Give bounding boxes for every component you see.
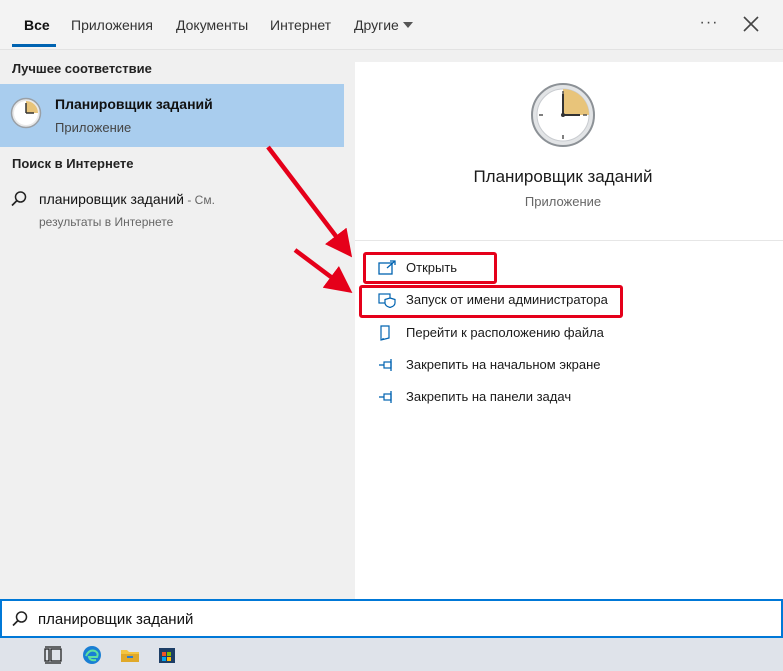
best-match-name: Планировщик заданий: [55, 96, 213, 112]
file-location-icon: [380, 325, 390, 341]
highlight-run-as-admin: [359, 285, 623, 318]
action-open-file-location[interactable]: Перейти к расположению файла: [378, 324, 638, 346]
task-scheduler-icon: [10, 97, 42, 129]
best-match-heading: Лучшее соответствие: [12, 61, 152, 76]
web-search-suffix: - См.: [183, 193, 215, 207]
tab-all[interactable]: Все: [24, 16, 50, 34]
action-open-file-location-label: Перейти к расположению файла: [406, 325, 604, 340]
best-match-type: Приложение: [55, 120, 132, 135]
more-options-icon[interactable]: ···: [698, 13, 720, 35]
action-pin-to-start-label: Закрепить на начальном экране: [406, 357, 601, 372]
search-box[interactable]: [0, 599, 783, 638]
detail-app-name: Планировщик заданий: [473, 167, 653, 186]
action-pin-to-taskbar-label: Закрепить на панели задач: [406, 389, 572, 404]
task-scheduler-icon: [531, 83, 595, 147]
web-search-query: планировщик заданий: [39, 191, 184, 207]
best-match-item[interactable]: Планировщик заданий Приложение: [0, 84, 344, 147]
file-explorer-icon[interactable]: [119, 644, 141, 666]
tab-documents[interactable]: Документы: [176, 16, 248, 34]
taskbar: [0, 638, 783, 671]
pin-icon: [379, 359, 392, 371]
results-list: Лучшее соответствие Планировщик заданий …: [0, 51, 344, 599]
close-icon[interactable]: [740, 13, 762, 35]
chevron-down-icon[interactable]: [403, 22, 413, 28]
detail-panel: Планировщик заданий Приложение Открыть З…: [355, 62, 783, 599]
edge-icon[interactable]: [81, 644, 103, 666]
divider: [355, 240, 783, 241]
search-tabs-bar: Все Приложения Документы Интернет Другие…: [0, 0, 783, 50]
web-search-text: планировщик заданий - См. результаты в И…: [39, 189, 329, 233]
action-pin-to-taskbar[interactable]: Закрепить на панели задач: [378, 388, 638, 410]
search-icon: [12, 611, 28, 627]
tab-apps[interactable]: Приложения: [71, 16, 153, 34]
task-view-icon[interactable]: [42, 644, 64, 666]
pin-icon: [379, 391, 392, 403]
tab-internet[interactable]: Интернет: [270, 16, 331, 34]
active-tab-indicator: [12, 44, 56, 47]
store-icon[interactable]: [156, 644, 178, 666]
tab-other[interactable]: Другие: [354, 16, 399, 34]
detail-app-type: Приложение: [524, 194, 602, 209]
action-pin-to-start[interactable]: Закрепить на начальном экране: [378, 356, 638, 378]
search-input[interactable]: [38, 608, 738, 630]
search-icon: [11, 191, 27, 207]
web-search-item[interactable]: планировщик заданий - См. результаты в И…: [0, 185, 344, 231]
highlight-open: [363, 252, 497, 284]
web-search-subtext: результаты в Интернете: [39, 215, 174, 229]
search-window: Все Приложения Документы Интернет Другие…: [0, 0, 783, 671]
web-search-heading: Поиск в Интернете: [12, 156, 134, 171]
